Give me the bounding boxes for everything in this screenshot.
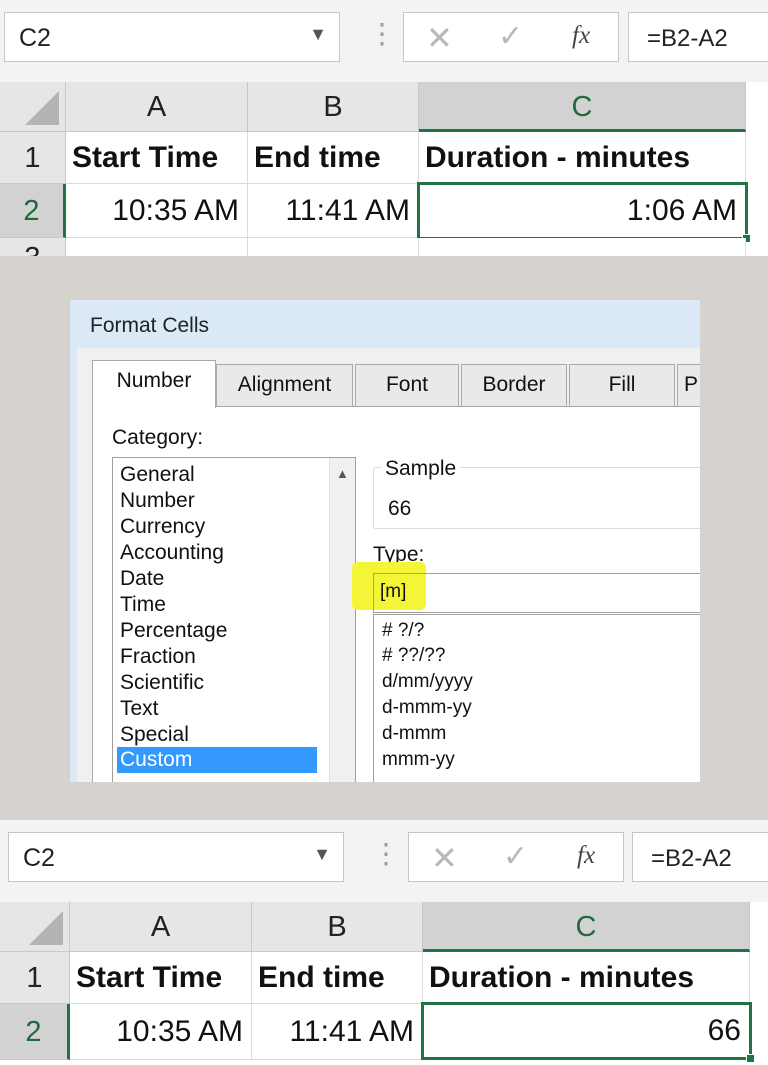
category-accounting[interactable]: Accounting [117, 540, 317, 566]
select-all-icon [29, 911, 63, 945]
cell-c1[interactable]: Duration - minutes [419, 132, 746, 184]
formula-value: =B2-A2 [647, 25, 728, 52]
formula-buttons: ✕ ✓ fx [403, 12, 619, 62]
name-box-value: C2 [19, 24, 51, 52]
sample-label: Sample [381, 457, 461, 481]
column-header-c[interactable]: C [419, 82, 746, 132]
cell-a2[interactable]: 10:35 AM [66, 184, 248, 238]
type-list[interactable]: # ?/? # ??/?? d/mm/yyyy d-mmm-yy d-mmm m… [373, 614, 700, 782]
type-option[interactable]: d/mm/yyyy [382, 670, 473, 694]
cell-a2[interactable]: 10:35 AM [70, 1004, 252, 1060]
category-currency[interactable]: Currency [117, 514, 317, 540]
row-header-2[interactable]: 2 [0, 184, 66, 238]
formula-buttons: ✕ ✓ fx [408, 832, 624, 882]
row-header-1[interactable]: 1 [0, 952, 70, 1004]
check-icon[interactable]: ✓ [503, 839, 528, 874]
dialog-title: Format Cells [90, 314, 210, 337]
function-icon[interactable]: fx [577, 842, 595, 870]
type-option[interactable]: d-mmm [382, 722, 446, 746]
cell-c2-active[interactable]: 1:06 AM [417, 182, 748, 240]
chevron-down-icon[interactable]: ▼ [313, 844, 331, 865]
select-all-corner[interactable] [0, 902, 70, 952]
column-header-a[interactable]: A [66, 82, 248, 132]
row-header-3[interactable]: 3 [0, 238, 66, 256]
scroll-up-icon[interactable]: ▲ [336, 466, 349, 481]
category-custom[interactable]: Custom [117, 747, 317, 773]
category-fraction[interactable]: Fraction [117, 644, 317, 670]
tab-protection[interactable]: P [677, 364, 700, 406]
format-cells-dialog: Format Cells Number Alignment Font Borde… [70, 300, 700, 782]
formula-input[interactable]: =B2-A2 [628, 12, 768, 62]
name-box[interactable]: C2 ▼ [4, 12, 340, 62]
category-text[interactable]: Text [117, 696, 317, 722]
cell-c1[interactable]: Duration - minutes [423, 952, 750, 1004]
select-all-corner[interactable] [0, 82, 66, 132]
cell-b3[interactable] [248, 238, 419, 256]
formula-value: =B2-A2 [651, 845, 732, 872]
check-icon[interactable]: ✓ [498, 19, 523, 54]
type-option[interactable]: # ?/? [382, 619, 424, 643]
tab-number[interactable]: Number [92, 360, 216, 408]
category-scientific[interactable]: Scientific [117, 670, 317, 696]
name-box-value: C2 [23, 844, 55, 872]
fill-handle[interactable] [746, 1054, 755, 1063]
tab-font[interactable]: Font [355, 364, 459, 406]
category-number[interactable]: Number [117, 488, 317, 514]
more-vert-icon[interactable]: ⋮ [372, 840, 400, 868]
cell-b2[interactable]: 11:41 AM [252, 1004, 423, 1060]
type-input-value: [m] [380, 581, 407, 602]
excel-sheet-after: C2 ▼ ⋮ ✕ ✓ fx =B2-A2 A B C 1 2 Start Tim… [0, 820, 768, 1065]
dialog-titlebar[interactable]: Format Cells [70, 300, 700, 348]
tab-fill[interactable]: Fill [569, 364, 675, 406]
category-scrollbar[interactable]: ▲ [329, 458, 355, 782]
select-all-icon [25, 91, 59, 125]
cell-c3[interactable] [419, 238, 746, 256]
cell-b2[interactable]: 11:41 AM [248, 184, 419, 238]
type-option[interactable]: # ??/?? [382, 644, 445, 668]
chevron-down-icon[interactable]: ▼ [309, 24, 327, 45]
cell-b1[interactable]: End time [248, 132, 419, 184]
column-header-b[interactable]: B [252, 902, 423, 952]
category-percentage[interactable]: Percentage [117, 618, 317, 644]
formula-bar: C2 ▼ ⋮ ✕ ✓ fx =B2-A2 [0, 0, 768, 82]
category-label: Category: [112, 426, 204, 449]
tab-border[interactable]: Border [461, 364, 567, 406]
cancel-icon[interactable]: ✕ [431, 839, 458, 877]
column-header-a[interactable]: A [70, 902, 252, 952]
cell-c2-active[interactable]: 66 [421, 1002, 752, 1060]
more-vert-icon[interactable]: ⋮ [368, 20, 396, 48]
type-option[interactable]: d-mmm-yy [382, 696, 472, 720]
row-header-2[interactable]: 2 [0, 1004, 70, 1060]
sample-value: 66 [388, 497, 412, 520]
column-header-c[interactable]: C [423, 902, 750, 952]
formula-input[interactable]: =B2-A2 [632, 832, 768, 882]
category-general[interactable]: General [117, 462, 317, 488]
cell-a1[interactable]: Start Time [66, 132, 248, 184]
cell-a1[interactable]: Start Time [70, 952, 252, 1004]
formula-bar: C2 ▼ ⋮ ✕ ✓ fx =B2-A2 [0, 820, 768, 902]
cancel-icon[interactable]: ✕ [426, 19, 453, 57]
category-list[interactable]: General Number Currency Accounting Date … [112, 457, 356, 782]
type-option[interactable]: mmm-yy [382, 748, 455, 772]
name-box[interactable]: C2 ▼ [8, 832, 344, 882]
type-input[interactable] [373, 573, 700, 613]
category-time[interactable]: Time [117, 592, 317, 618]
function-icon[interactable]: fx [572, 22, 590, 50]
tab-alignment[interactable]: Alignment [216, 364, 353, 406]
row-header-1[interactable]: 1 [0, 132, 66, 184]
category-special[interactable]: Special [117, 722, 317, 748]
cell-b1[interactable]: End time [252, 952, 423, 1004]
excel-sheet-before: C2 ▼ ⋮ ✕ ✓ fx =B2-A2 A B C 1 2 3 Start T… [0, 0, 768, 256]
category-date[interactable]: Date [117, 566, 317, 592]
column-header-b[interactable]: B [248, 82, 419, 132]
cell-a3[interactable] [66, 238, 248, 256]
